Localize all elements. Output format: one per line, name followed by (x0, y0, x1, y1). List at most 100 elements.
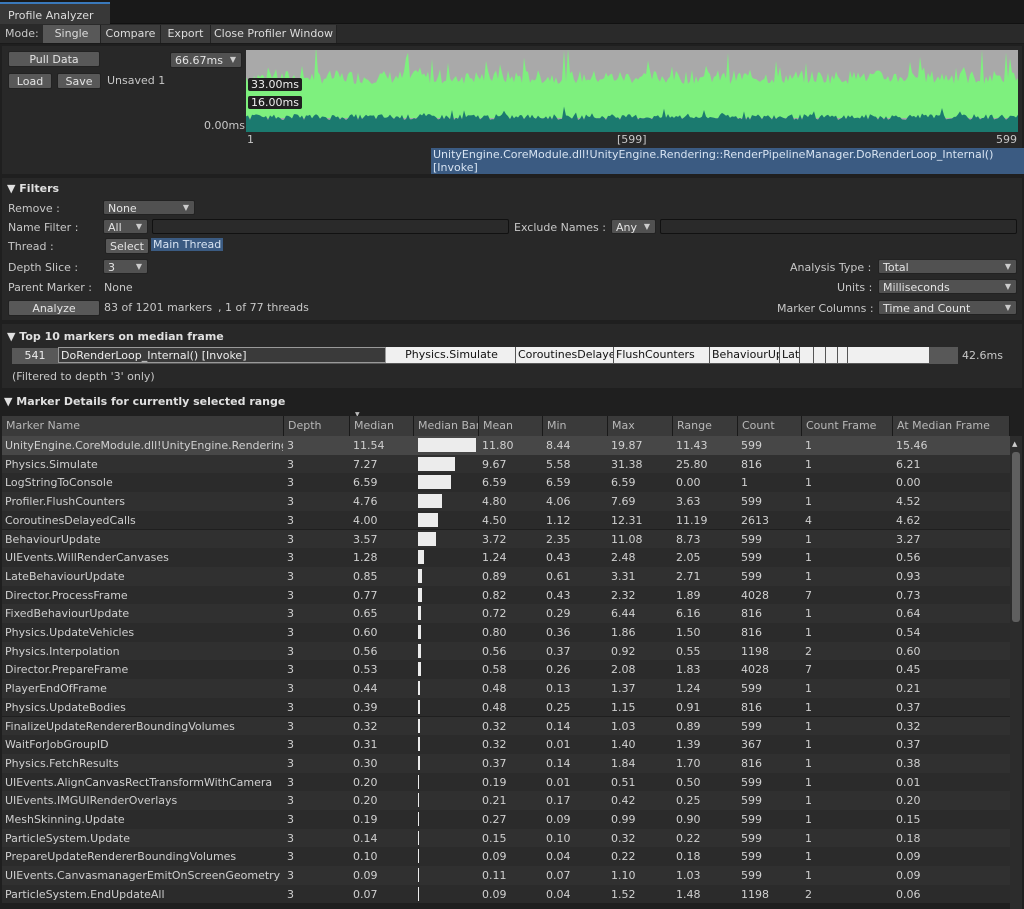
column-header-median[interactable]: Median (350, 416, 414, 436)
table-row[interactable]: Physics.UpdateBodies 3 0.39 0.48 0.25 1.15 0.9… (2, 697, 1010, 717)
thread-select-button[interactable]: Select (105, 238, 149, 254)
top10-segment[interactable]: DoRenderLoop_Internal() [Invoke] (58, 347, 386, 363)
pull-data-button[interactable]: Pull Data (8, 51, 100, 67)
column-header-median-bar[interactable]: Median Bar (414, 416, 479, 436)
column-header-depth[interactable]: Depth (284, 416, 350, 436)
exclude-names-dropdown[interactable]: Any ▼ (611, 219, 656, 234)
parent-marker-label: Parent Marker : (8, 281, 92, 294)
name-filter-dropdown[interactable]: All ▼ (103, 219, 148, 234)
tab-compare[interactable]: Compare (101, 25, 161, 43)
table-row[interactable]: LateBehaviourUpdate 3 0.85 0.89 0.61 3.31 2.71… (2, 566, 1010, 586)
table-row[interactable]: LogStringToConsole 3 6.59 6.59 6.59 6.59 0.00 1… (2, 473, 1010, 493)
cell-depth: 3 (287, 850, 294, 864)
table-row[interactable]: PrepareUpdateRendererBoundingVolumes 3 0.1… (2, 847, 1010, 867)
cell-median: 4.00 (353, 513, 378, 527)
cell-count-frame: 1 (805, 850, 812, 864)
remove-dropdown[interactable]: None ▼ (103, 200, 195, 215)
frame-time-graph[interactable]: 33.00ms 16.00ms (246, 50, 1018, 132)
cell-count-frame: 1 (805, 813, 812, 826)
cell-at-median-frame: 0.21 (896, 682, 921, 696)
table-row[interactable]: UnityEngine.CoreModule.dll!UnityEngine.R… (2, 436, 1010, 455)
units-dropdown[interactable]: Milliseconds ▼ (878, 279, 1017, 294)
median-bar (418, 606, 422, 621)
exclude-names-input[interactable] (660, 219, 1017, 234)
table-row[interactable]: Physics.Interpolation 3 0.56 0.56 0.37 0.92 0.… (2, 641, 1010, 661)
column-header-max[interactable]: Max (608, 416, 673, 436)
cell-count: 599 (741, 869, 762, 883)
median-bar (418, 625, 421, 639)
table-row[interactable]: MeshSkinning.Update 3 0.19 0.27 0.09 0.99 0.90… (2, 810, 1010, 829)
mode-label: Mode: (5, 27, 39, 40)
column-header-min[interactable]: Min (543, 416, 608, 436)
top10-segment[interactable]: BehaviourUp (710, 347, 780, 363)
table-row[interactable]: ParticleSystem.EndUpdateAll 3 0.07 0.09 0.04… (2, 884, 1010, 904)
exclude-names-label: Exclude Names : (514, 221, 606, 234)
column-header-range[interactable]: Range (673, 416, 738, 436)
column-header-marker-name[interactable]: Marker Name (2, 416, 284, 436)
analysis-type-dropdown[interactable]: Total ▼ (878, 259, 1017, 274)
median-frame-number[interactable]: 541 (12, 348, 58, 364)
cell-mean: 0.56 (482, 644, 507, 658)
tab-export[interactable]: Export (161, 25, 211, 43)
table-row[interactable]: Director.ProcessFrame 3 0.77 0.82 0.43 2.32 1.… (2, 585, 1010, 605)
scroll-up-arrow-icon[interactable]: ▲ (1012, 440, 1017, 448)
table-row[interactable]: BehaviourUpdate 3 3.57 3.72 2.35 11.08 8.73 599… (2, 529, 1010, 549)
top10-segment[interactable] (800, 347, 814, 363)
load-button[interactable]: Load (8, 73, 52, 89)
table-row[interactable]: Physics.Simulate 3 7.27 9.67 5.58 31.38 25.80 8… (2, 454, 1010, 474)
column-header-count[interactable]: Count (738, 416, 802, 436)
cell-at-median-frame: 0.18 (896, 831, 921, 845)
top10-segment[interactable]: CoroutinesDelaye (516, 347, 614, 363)
table-scrollbar-thumb[interactable] (1012, 452, 1020, 622)
cell-max: 2.32 (611, 588, 636, 602)
table-row[interactable]: WaitForJobGroupID 3 0.31 0.32 0.01 1.40 1.39 36… (2, 735, 1010, 754)
top10-segment[interactable] (838, 347, 848, 363)
top10-segment[interactable]: FlushCounters (614, 347, 710, 363)
table-row[interactable]: ParticleSystem.Update 3 0.14 0.15 0.10 0.32 0.… (2, 828, 1010, 848)
save-button[interactable]: Save (57, 73, 101, 89)
cell-mean: 0.09 (482, 850, 507, 864)
cell-median: 0.20 (353, 775, 378, 789)
top10-segment[interactable] (848, 347, 930, 363)
table-row[interactable]: Profiler.FlushCounters 3 4.76 4.80 4.06 7.69 3… (2, 492, 1010, 511)
column-header-mean[interactable]: Mean (479, 416, 543, 436)
analyze-button[interactable]: Analyze (8, 300, 100, 316)
table-row[interactable]: FixedBehaviourUpdate 3 0.65 0.72 0.29 6.44 6.1… (2, 604, 1010, 623)
cell-count-frame: 2 (805, 644, 812, 658)
cell-max: 19.87 (611, 439, 643, 452)
top10-segment[interactable] (814, 347, 826, 363)
cell-count: 599 (741, 831, 762, 845)
cell-max: 0.22 (611, 850, 636, 864)
table-row[interactable]: PlayerEndOfFrame 3 0.44 0.48 0.13 1.37 1.24 599… (2, 679, 1010, 698)
marker-columns-dropdown[interactable]: Time and Count ▼ (878, 300, 1017, 315)
median-bar (418, 643, 421, 658)
table-row[interactable]: UIEvents.CanvasmanagerEmitOnScreenGeomet… (2, 866, 1010, 885)
cell-marker-name: UIEvents.IMGUIRenderOverlays (5, 794, 178, 808)
window-tab-profile-analyzer[interactable]: Profile Analyzer (0, 2, 110, 24)
graph-scale-dropdown[interactable]: 66.67ms ▼ (170, 52, 242, 68)
top10-header[interactable]: ▼ Top 10 markers on median frame (7, 330, 224, 343)
name-filter-input[interactable] (152, 219, 509, 234)
top10-segment[interactable]: Lat (780, 347, 800, 363)
column-header-count-frame[interactable]: Count Frame (802, 416, 893, 436)
table-row[interactable]: Director.PrepareFrame 3 0.53 0.58 0.26 2.08 1.… (2, 660, 1010, 680)
table-row[interactable]: Physics.UpdateVehicles 3 0.60 0.80 0.36 1.86 1… (2, 623, 1010, 642)
cell-min: 0.61 (546, 569, 571, 583)
table-row[interactable]: UIEvents.IMGUIRenderOverlays 3 0.20 0.21 0.1… (2, 791, 1010, 810)
cell-min: 0.14 (546, 719, 571, 733)
column-header-at-median-frame[interactable]: At Median Frame (893, 416, 1010, 436)
table-row[interactable]: UIEvents.AlignCanvasRectTransformWithCam… (2, 772, 1010, 792)
tab-single[interactable]: Single (43, 25, 101, 43)
filters-header[interactable]: ▼ Filters (7, 182, 59, 195)
table-row[interactable]: Physics.FetchResults 3 0.30 0.37 0.14 1.84 1.7… (2, 753, 1010, 773)
cell-depth: 3 (287, 682, 294, 696)
table-row[interactable]: CoroutinesDelayedCalls 3 4.00 4.50 1.12 12.31… (2, 510, 1010, 530)
marker-details-header[interactable]: ▼ Marker Details for currently selected … (4, 395, 285, 408)
top10-segment[interactable]: Physics.Simulate (386, 347, 516, 363)
top10-segment[interactable] (826, 347, 838, 363)
table-row[interactable]: FinalizeUpdateRendererBoundingVolumes 3 0.… (2, 716, 1010, 736)
close-profiler-window-button[interactable]: Close Profiler Window (211, 25, 337, 43)
table-row[interactable]: UIEvents.WillRenderCanvases 3 1.28 1.24 0.43… (2, 548, 1010, 567)
cell-mean: 0.72 (482, 607, 507, 621)
depth-slice-dropdown[interactable]: 3 ▼ (103, 259, 148, 274)
